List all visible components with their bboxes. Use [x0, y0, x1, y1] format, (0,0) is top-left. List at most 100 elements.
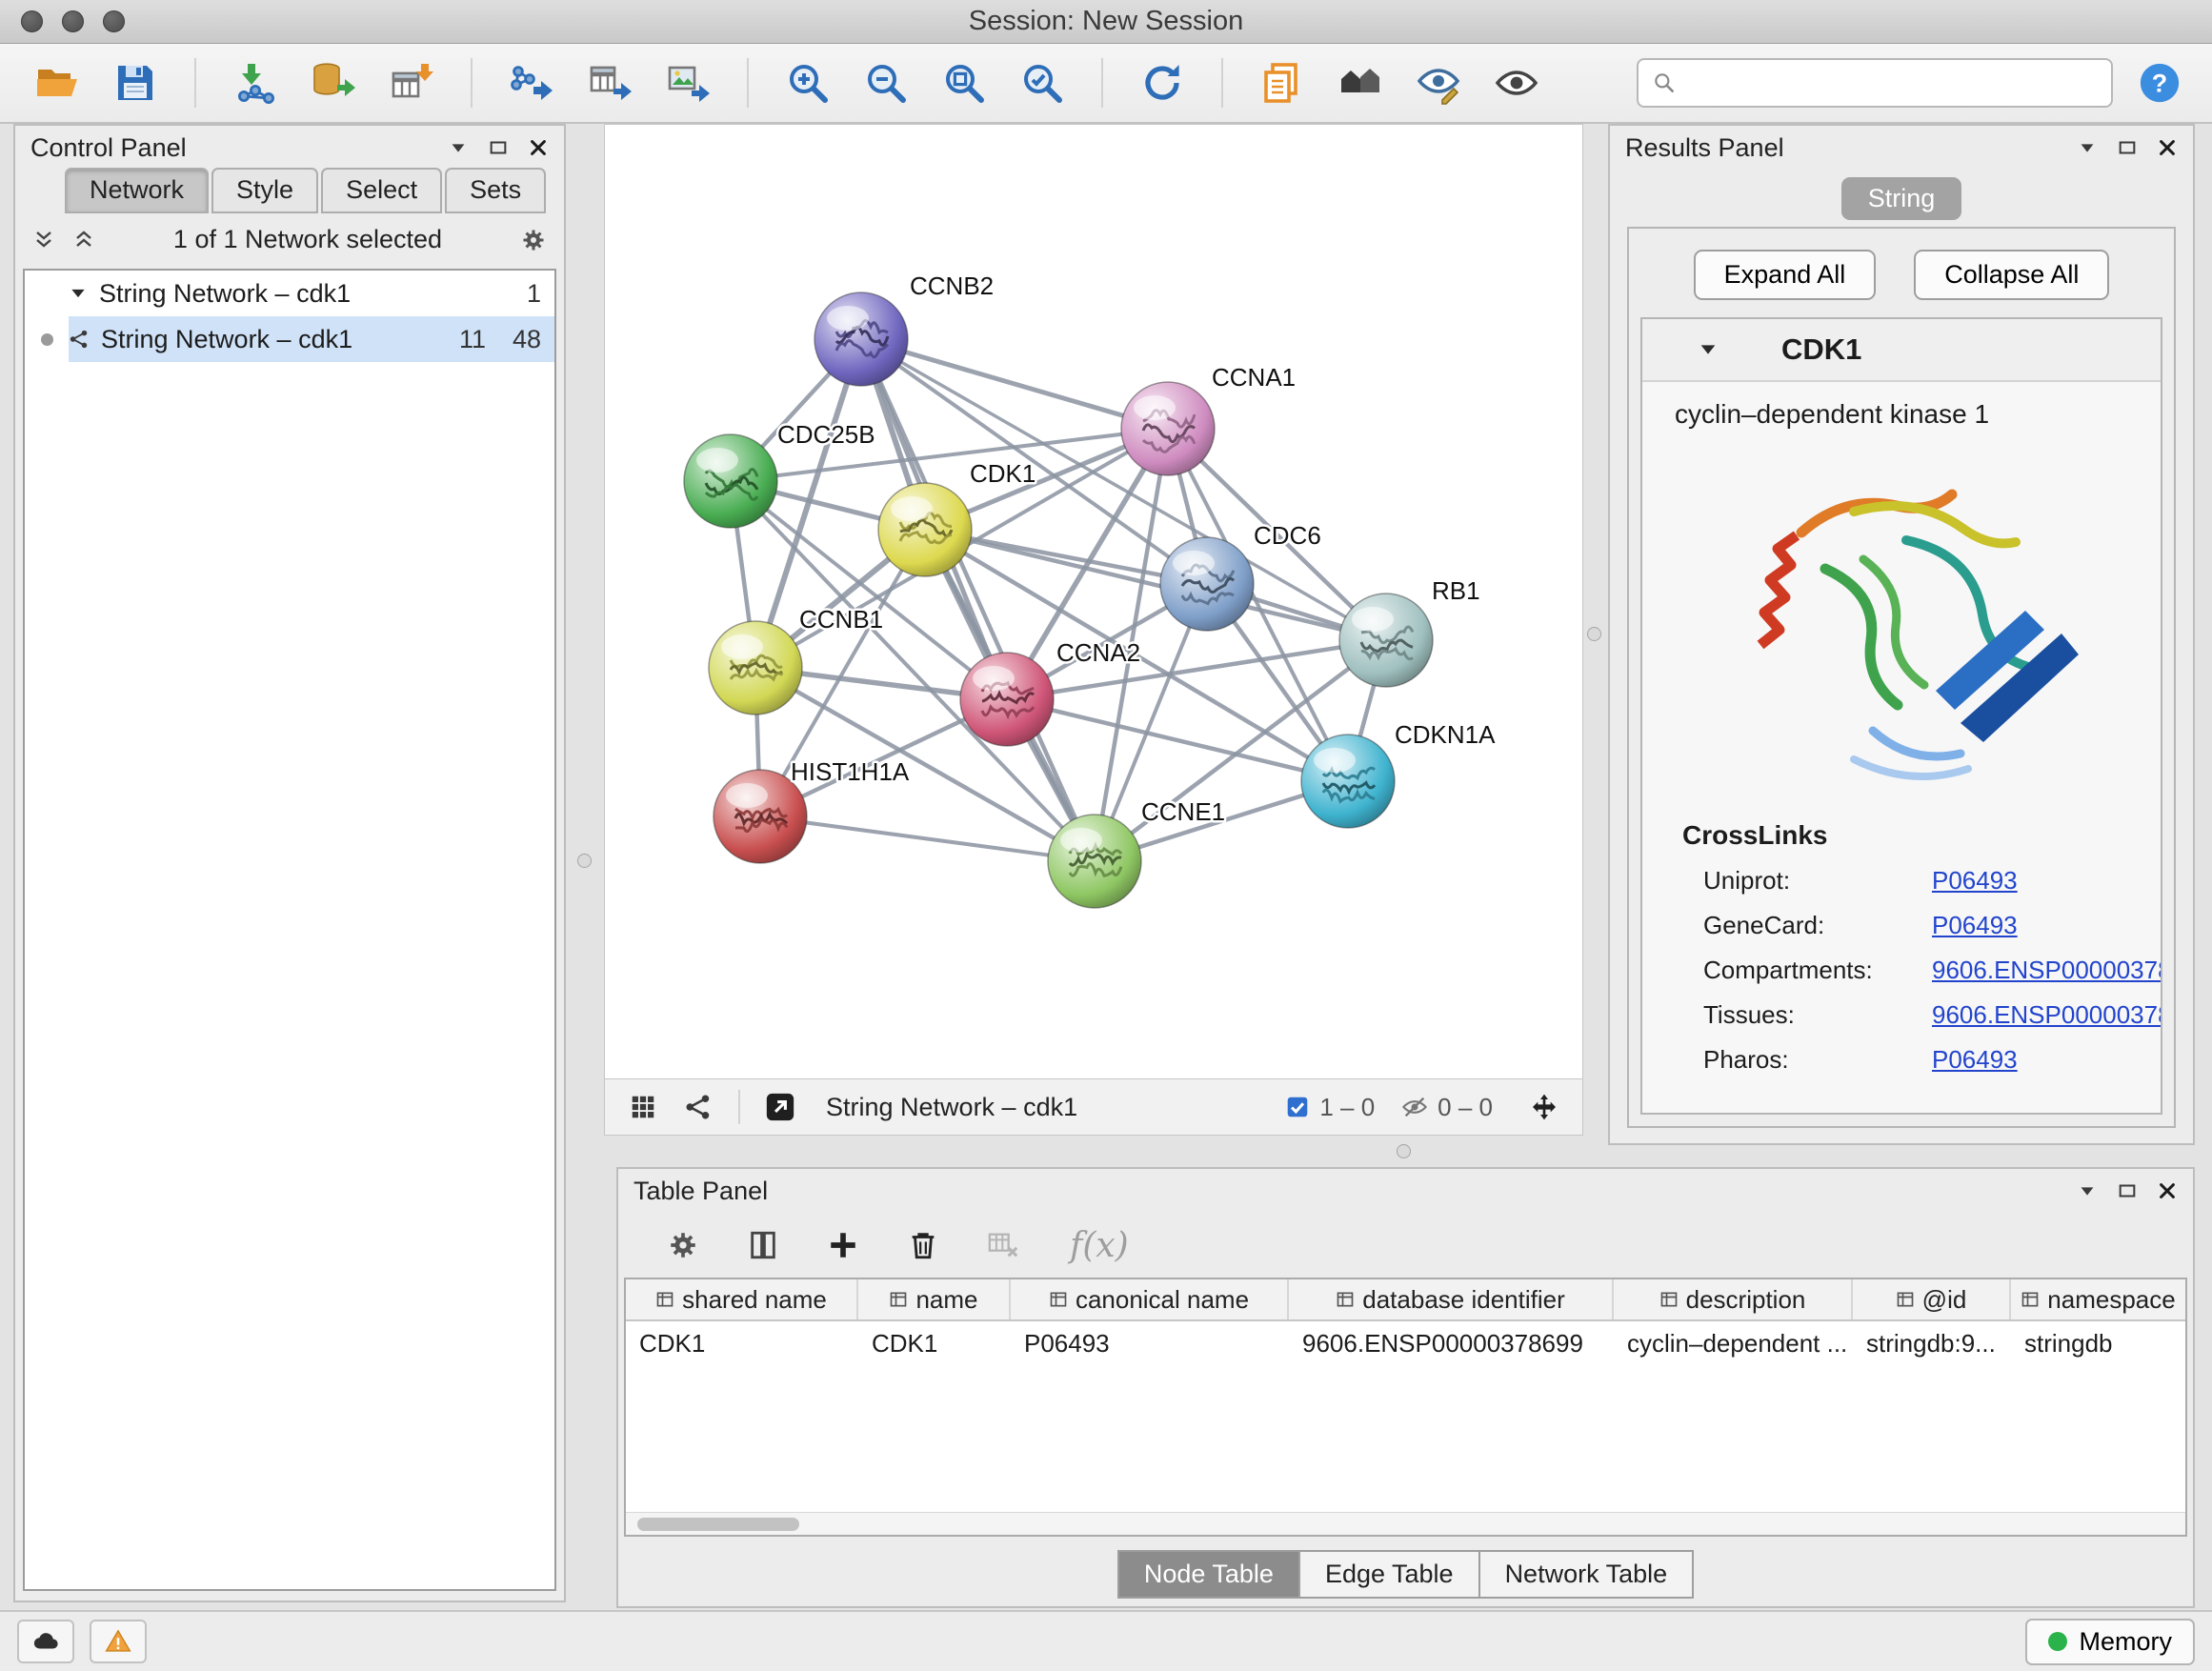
show-columns-button[interactable] [736, 1220, 790, 1270]
expand-all-button[interactable]: Expand All [1694, 250, 1877, 300]
gear-icon [667, 1229, 699, 1261]
overview-button[interactable] [1326, 51, 1395, 114]
node-CCNB1[interactable] [709, 621, 802, 715]
panel-float-icon[interactable] [2117, 1180, 2138, 1201]
crosslink-link[interactable]: P06493 [1932, 866, 2018, 896]
warnings-button[interactable] [90, 1620, 147, 1663]
node-label-CDK1: CDK1 [970, 459, 1036, 488]
pan-button[interactable] [1519, 1084, 1569, 1130]
show-details-button[interactable] [1482, 51, 1551, 114]
column-header-shared-name[interactable]: shared name [626, 1279, 858, 1319]
birdseye-button[interactable] [674, 1084, 723, 1130]
splitter-handle[interactable] [577, 854, 592, 868]
crosslink-row: Pharos:P06493 [1642, 1037, 2161, 1082]
node-CCNA2[interactable] [960, 653, 1054, 746]
edge-CCNB2-CCNA1[interactable] [861, 339, 1168, 429]
panel-collapse-icon[interactable] [448, 137, 469, 158]
tab-sets[interactable]: Sets [445, 168, 546, 213]
tab-select[interactable]: Select [321, 168, 442, 213]
add-column-button[interactable] [816, 1220, 870, 1270]
node-CDK1[interactable] [878, 483, 972, 576]
import-network-file-button[interactable] [221, 51, 290, 114]
help-button[interactable] [2130, 53, 2189, 112]
column-header-id[interactable]: @id [1853, 1279, 2011, 1319]
node-CDKN1A[interactable] [1301, 735, 1395, 828]
import-table-button[interactable] [377, 51, 446, 114]
collapse-tree-icon[interactable] [32, 229, 55, 252]
crosslink-link[interactable]: P06493 [1932, 1045, 2018, 1075]
hide-details-button[interactable] [1404, 51, 1473, 114]
panel-float-icon[interactable] [488, 137, 509, 158]
tab-network[interactable]: Network [65, 168, 209, 213]
cloud-icon [31, 1627, 60, 1656]
panel-float-icon[interactable] [2117, 137, 2138, 158]
splitter-handle[interactable] [1397, 1144, 1411, 1158]
node-CCNB2[interactable] [814, 292, 908, 386]
tree-row[interactable]: String Network – cdk11 [25, 271, 554, 316]
protein-entry-header[interactable]: CDK1 [1642, 319, 2161, 382]
open-session-button[interactable] [23, 51, 91, 114]
column-label: shared name [682, 1285, 827, 1315]
expander-icon[interactable] [69, 284, 88, 303]
tab-node-table[interactable]: Node Table [1117, 1550, 1300, 1599]
node-CDC25B[interactable] [684, 434, 777, 528]
export-network-button[interactable] [497, 51, 566, 114]
panel-close-icon[interactable] [2157, 137, 2178, 158]
function-builder-button[interactable]: f(x) [1070, 1226, 1129, 1265]
selected-checkbox-icon[interactable] [1285, 1095, 1310, 1119]
zoom-selected-button[interactable] [1008, 51, 1076, 114]
delete-column-button[interactable] [896, 1220, 950, 1270]
duplicate-network-button[interactable] [1248, 51, 1317, 114]
column-header-namespace[interactable]: namespace [2011, 1279, 2185, 1319]
results-buttons: Expand All Collapse All [1640, 250, 2162, 300]
tab-style[interactable]: Style [211, 168, 318, 213]
export-table-button[interactable] [575, 51, 644, 114]
panel-collapse-icon[interactable] [2077, 137, 2098, 158]
tree-row[interactable]: String Network – cdk11148 [25, 316, 554, 362]
column-header-name[interactable]: name [858, 1279, 1011, 1319]
node-label-CDKN1A: CDKN1A [1395, 720, 1496, 749]
hidden-eye-icon[interactable] [1401, 1094, 1428, 1120]
network-options-gear-icon[interactable] [520, 227, 547, 253]
cloud-status-button[interactable] [17, 1620, 74, 1663]
entry-expander-icon[interactable] [1698, 339, 1719, 360]
zoom-out-button[interactable] [852, 51, 920, 114]
table-row[interactable]: CDK1CDK1P064939606.ENSP00000378699cyclin… [626, 1321, 2185, 1365]
collapse-all-button[interactable]: Collapse All [1914, 250, 2109, 300]
crosslink-link[interactable]: 9606.ENSP00000378699 [1932, 956, 2162, 985]
crosslink-link[interactable]: 9606.ENSP00000378699 [1932, 1000, 2162, 1030]
panel-close-icon[interactable] [2157, 1180, 2178, 1201]
node-CCNA1[interactable] [1121, 382, 1215, 475]
panel-close-icon[interactable] [528, 137, 549, 158]
network-canvas[interactable]: CCNB2CCNA1CDC25BCDK1CDC6RB1CCNB1CCNA2CDK… [605, 125, 1582, 1078]
zoom-in-button[interactable] [774, 51, 842, 114]
refresh-button[interactable] [1128, 51, 1196, 114]
zoom-fit-button[interactable] [930, 51, 998, 114]
scrollbar-thumb[interactable] [637, 1518, 799, 1531]
expand-tree-icon[interactable] [72, 229, 95, 252]
node-CDC6[interactable] [1160, 537, 1254, 631]
splitter-handle[interactable] [1587, 627, 1601, 641]
grid-view-button[interactable] [618, 1084, 668, 1130]
column-header-description[interactable]: description [1614, 1279, 1853, 1319]
column-header-canonical-name[interactable]: canonical name [1011, 1279, 1289, 1319]
save-session-button[interactable] [101, 51, 170, 114]
delete-table-button[interactable] [976, 1220, 1030, 1270]
memory-button[interactable]: Memory [2025, 1619, 2195, 1665]
search-input[interactable] [1686, 69, 2098, 98]
edge-HIST1H1A-CCNE1[interactable] [760, 816, 1095, 861]
panel-collapse-icon[interactable] [2077, 1180, 2098, 1201]
crosslink-label: GeneCard: [1703, 911, 1932, 940]
node-RB1[interactable] [1339, 594, 1433, 687]
tab-string[interactable]: String [1841, 177, 1962, 220]
node-CCNE1[interactable] [1048, 815, 1141, 908]
export-image-button[interactable] [654, 51, 722, 114]
import-network-db-button[interactable] [299, 51, 368, 114]
tab-network-table[interactable]: Network Table [1480, 1550, 1695, 1599]
open-in-window-button[interactable] [755, 1084, 805, 1130]
horizontal-scrollbar[interactable] [626, 1512, 2185, 1535]
crosslink-link[interactable]: P06493 [1932, 911, 2018, 940]
tab-edge-table[interactable]: Edge Table [1300, 1550, 1480, 1599]
column-header-database-identifier[interactable]: database identifier [1289, 1279, 1614, 1319]
table-settings-button[interactable] [656, 1220, 710, 1270]
